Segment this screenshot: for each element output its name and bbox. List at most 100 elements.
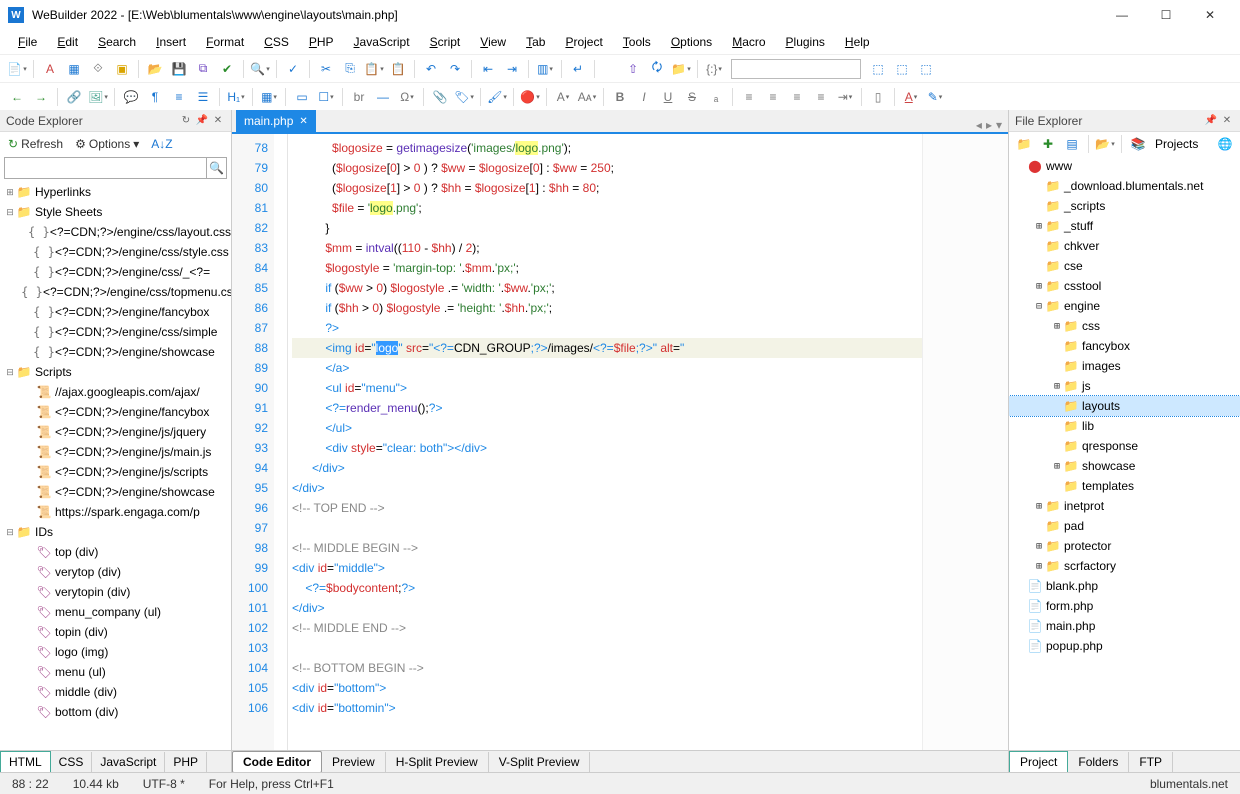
highlight-icon[interactable]: ✎ [924, 86, 946, 108]
save-all-button[interactable]: ⧉ [192, 58, 214, 80]
indent-icon[interactable]: ⇥ [834, 86, 856, 108]
tb-js-icon[interactable]: ▣ [111, 58, 133, 80]
file-tree-item[interactable]: 📁pad [1009, 516, 1240, 536]
font-size-icon[interactable]: Aᴀ [576, 86, 598, 108]
close-pane-icon[interactable]: ✕ [211, 114, 225, 128]
tree-item[interactable]: 🏷bottom (div) [0, 702, 231, 722]
tree-item[interactable]: 🏷verytopin (div) [0, 582, 231, 602]
file-tree-item[interactable]: 📁_scripts [1009, 196, 1240, 216]
color-circle-icon[interactable]: 🔴 [519, 86, 541, 108]
file-tree-item[interactable]: ⊟📁engine [1009, 296, 1240, 316]
new-file-button[interactable]: 📄 [6, 58, 28, 80]
menu-macro[interactable]: Macro [722, 32, 775, 52]
maximize-button[interactable]: ☐ [1144, 1, 1188, 29]
refresh-pane-icon[interactable]: ↻ [179, 114, 193, 128]
tree-item[interactable]: 📜<?=CDN;?>/engine/js/main.js [0, 442, 231, 462]
left-tab-html[interactable]: HTML [0, 751, 51, 772]
para-icon[interactable]: ¶ [144, 86, 166, 108]
tree-item[interactable]: 🏷menu (ul) [0, 662, 231, 682]
code-editor[interactable]: $logosize = getimagesize('images/logo.pn… [288, 134, 922, 750]
view-icon[interactable]: ▤ [1061, 133, 1083, 155]
file-tree-item[interactable]: ⊞📁css [1009, 316, 1240, 336]
tree-item[interactable]: { }<?=CDN;?>/engine/css/style.css [0, 242, 231, 262]
tab-prev-icon[interactable]: ◂ [976, 118, 982, 132]
file-tree-item[interactable]: 📁fancybox [1009, 336, 1240, 356]
projects-icon[interactable]: 📚 [1127, 133, 1149, 155]
file-tree-item[interactable]: 📄blank.php [1009, 576, 1240, 596]
file-tree-item[interactable]: ⊞📁inetprot [1009, 496, 1240, 516]
new-folder-icon[interactable]: ✚ [1037, 133, 1059, 155]
tab-next-icon[interactable]: ▸ [986, 118, 992, 132]
file-tree-item[interactable]: 📁_download.blumentals.net [1009, 176, 1240, 196]
bottom-tab-v-split-preview[interactable]: V-Split Preview [489, 752, 591, 772]
file-tree-item[interactable]: 📁lib [1009, 416, 1240, 436]
close-pane-icon[interactable]: ✕ [1220, 114, 1234, 128]
menu-edit[interactable]: Edit [47, 32, 88, 52]
br-icon[interactable]: br [348, 86, 370, 108]
tree-item[interactable]: 📜<?=CDN;?>/engine/js/scripts [0, 462, 231, 482]
omega-icon[interactable]: Ω [396, 86, 418, 108]
tree-item[interactable]: 🏷menu_company (ul) [0, 602, 231, 622]
undo-button[interactable]: ↶ [420, 58, 442, 80]
open-button[interactable]: 📂 [144, 58, 166, 80]
tree-item[interactable]: 📜https://spark.engaga.com/p [0, 502, 231, 522]
file-tree-item[interactable]: 📄popup.php [1009, 636, 1240, 656]
menu-script[interactable]: Script [420, 32, 471, 52]
up-folder-icon[interactable]: 📁 [1013, 133, 1035, 155]
bottom-tab-preview[interactable]: Preview [322, 752, 386, 772]
tree-item[interactable]: 📜<?=CDN;?>/engine/js/jquery [0, 422, 231, 442]
align-justify-icon[interactable]: ≡ [810, 86, 832, 108]
left-tab-javascript[interactable]: JavaScript [92, 752, 165, 772]
line-gutter[interactable]: 7879808182838485868788899091929394959697… [232, 134, 274, 750]
explorer-search-input[interactable] [4, 157, 207, 179]
minimap[interactable] [922, 134, 1008, 750]
ftp-button[interactable]: 📁 [670, 58, 692, 80]
tree-item[interactable]: { }<?=CDN;?>/engine/css/layout.css [0, 222, 231, 242]
tree-item[interactable]: 🏷middle (div) [0, 682, 231, 702]
align-center-icon[interactable]: ≡ [762, 86, 784, 108]
code-explorer-tree[interactable]: ⊞📁Hyperlinks⊟📁Style Sheets{ }<?=CDN;?>/e… [0, 180, 231, 750]
tab-menu-icon[interactable]: ▾ [996, 118, 1002, 132]
menu-css[interactable]: CSS [254, 32, 299, 52]
tree-item[interactable]: 📜//ajax.googleapis.com/ajax/ [0, 382, 231, 402]
file-tree-item[interactable]: 📁images [1009, 356, 1240, 376]
save-check-button[interactable]: ✔ [216, 58, 238, 80]
tree-item[interactable]: { }<?=CDN;?>/engine/css/topmenu.css [0, 282, 231, 302]
tb-m3-icon[interactable]: ⬚ [915, 58, 937, 80]
indent-left-button[interactable]: ⇤ [477, 58, 499, 80]
comment-icon[interactable]: 💬 [120, 86, 142, 108]
projects-label[interactable]: Projects [1151, 137, 1202, 151]
tb-m2-icon[interactable]: ⬚ [891, 58, 913, 80]
menu-javascript[interactable]: JavaScript [344, 32, 420, 52]
left-tab-css[interactable]: CSS [51, 752, 93, 772]
browse-icon[interactable]: 📂 [1094, 133, 1116, 155]
refresh-button[interactable]: ↻ Refresh [4, 135, 67, 153]
tree-item[interactable]: ⊟📁IDs [0, 522, 231, 542]
save-button[interactable]: 💾 [168, 58, 190, 80]
tree-item[interactable]: 📜<?=CDN;?>/engine/showcase [0, 482, 231, 502]
tree-item[interactable]: 🏷top (div) [0, 542, 231, 562]
file-tree-item[interactable]: ⊞📁js [1009, 376, 1240, 396]
strike-icon[interactable]: S [681, 86, 703, 108]
search-button[interactable]: 🔍 [249, 58, 271, 80]
file-tree-item[interactable]: 📄form.php [1009, 596, 1240, 616]
tab-close-icon[interactable]: ✕ [299, 116, 307, 127]
tree-item[interactable]: ⊞📁Hyperlinks [0, 182, 231, 202]
file-tree-item[interactable]: 📁layouts [1009, 396, 1240, 416]
file-tree-item[interactable]: ⊞📁showcase [1009, 456, 1240, 476]
tree-item[interactable]: ⊟📁Style Sheets [0, 202, 231, 222]
hr-icon[interactable]: — [372, 86, 394, 108]
file-tree-item[interactable]: ⊞📁protector [1009, 536, 1240, 556]
bottom-tab-code-editor[interactable]: Code Editor [232, 751, 322, 773]
file-tree[interactable]: ⬤www📁_download.blumentals.net📁_scripts⊞📁… [1009, 156, 1240, 750]
list-ol-icon[interactable]: ≡ [168, 86, 190, 108]
tree-item[interactable]: { }<?=CDN;?>/engine/showcase [0, 342, 231, 362]
sync-button[interactable]: 🗘 [646, 58, 668, 80]
cut-button[interactable]: ✂ [315, 58, 337, 80]
tb-m1-icon[interactable]: ⬚ [867, 58, 889, 80]
globe-icon[interactable]: 🌐 [1214, 133, 1236, 155]
menu-project[interactable]: Project [555, 32, 612, 52]
file-tree-item[interactable]: 📁qresponse [1009, 436, 1240, 456]
tree-item[interactable]: { }<?=CDN;?>/engine/css/simple [0, 322, 231, 342]
underline-icon[interactable]: U [657, 86, 679, 108]
